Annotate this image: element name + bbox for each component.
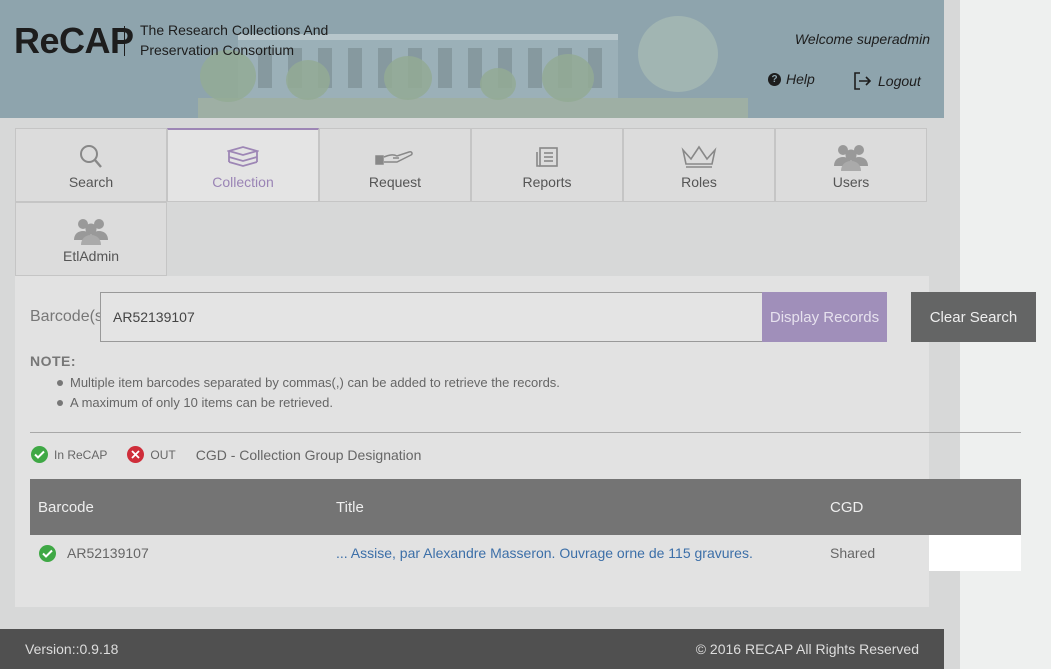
tab-collection[interactable]: Collection bbox=[167, 128, 319, 202]
welcome-text: Welcome superadmin bbox=[794, 31, 930, 47]
legend-in-recap: In ReCAP bbox=[31, 446, 107, 463]
tab-bar: Search Collection Request Reports Roles … bbox=[15, 128, 929, 276]
divider bbox=[30, 432, 1021, 433]
hand-icon bbox=[375, 143, 415, 171]
reports-icon bbox=[527, 143, 567, 171]
legend-cgd: CGD - Collection Group Designation bbox=[195, 446, 422, 463]
copyright-text: © 2016 RECAP All Rights Reserved bbox=[695, 641, 919, 657]
tab-label: EtlAdmin bbox=[62, 248, 120, 264]
tab-label: Users bbox=[832, 174, 870, 190]
question-icon: ? bbox=[768, 72, 781, 86]
tab-label: Roles bbox=[681, 174, 717, 190]
tab-label: Collection bbox=[212, 174, 274, 190]
tab-label: Search bbox=[68, 174, 114, 190]
crown-icon bbox=[679, 143, 719, 171]
tab-request[interactable]: Request bbox=[319, 128, 471, 202]
column-header-barcode[interactable]: Barcode bbox=[30, 499, 328, 516]
status-legend: In ReCAP OUT CGD - Collection Group Desi… bbox=[31, 446, 421, 463]
barcode-value: AR52139107 bbox=[67, 545, 149, 561]
tagline: The Research Collections And Preservatio… bbox=[140, 22, 329, 58]
users-icon bbox=[71, 217, 111, 245]
legend-out: OUT bbox=[127, 446, 176, 463]
page: ReCAP The Research Collections And Prese… bbox=[0, 0, 1036, 669]
check-icon bbox=[31, 446, 48, 463]
search-icon bbox=[71, 143, 111, 171]
tab-roles[interactable]: Roles bbox=[623, 128, 775, 202]
tab-label: Reports bbox=[522, 174, 572, 190]
barcode-input[interactable] bbox=[100, 292, 763, 342]
table-header: Barcode Title CGD bbox=[30, 479, 1021, 535]
help-link[interactable]: ? Help bbox=[768, 71, 815, 87]
help-label: Help bbox=[786, 71, 815, 87]
users-icon bbox=[831, 143, 871, 171]
version-text: Version::0.9.18 bbox=[25, 641, 119, 657]
display-records-button[interactable]: Display Records bbox=[762, 292, 887, 342]
x-circle-icon bbox=[127, 446, 145, 463]
footer: Version::0.9.18 © 2016 RECAP All Rights … bbox=[0, 629, 944, 669]
note-title: NOTE: bbox=[30, 353, 77, 369]
main-panel: Search Collection Request Reports Roles … bbox=[15, 128, 1036, 607]
logout-label: Logout bbox=[878, 73, 921, 89]
check-icon bbox=[39, 544, 56, 562]
column-header-title[interactable]: Title bbox=[328, 499, 822, 516]
logout-link[interactable]: Logout bbox=[852, 71, 921, 91]
note-list: Multiple item barcodes separated by comm… bbox=[57, 373, 560, 413]
header: ReCAP The Research Collections And Prese… bbox=[0, 0, 944, 118]
logo-divider bbox=[124, 26, 125, 56]
note-item: A maximum of only 10 items can be retrie… bbox=[57, 393, 560, 413]
note-item: Multiple item barcodes separated by comm… bbox=[57, 373, 560, 393]
legend-label: OUT bbox=[150, 447, 176, 462]
recap-logo[interactable]: ReCAP bbox=[14, 20, 134, 62]
legend-label: In ReCAP bbox=[54, 447, 108, 462]
logout-icon bbox=[854, 72, 872, 90]
table-row: AR52139107 ... Assise, par Alexandre Mas… bbox=[30, 535, 1021, 571]
tab-label: Request bbox=[368, 174, 422, 190]
barcode-label: Barcode(s) bbox=[30, 308, 109, 325]
title-link[interactable]: ... Assise, par Alexandre Masseron. Ouvr… bbox=[328, 545, 822, 561]
tab-users[interactable]: Users bbox=[775, 128, 927, 202]
column-header-cgd[interactable]: CGD bbox=[822, 499, 863, 516]
results-table: Barcode Title CGD AR52139107 ... Assise,… bbox=[30, 479, 1021, 571]
books-icon bbox=[223, 144, 263, 172]
cgd-value: Shared bbox=[830, 545, 876, 561]
tab-reports[interactable]: Reports bbox=[471, 128, 623, 202]
tab-search[interactable]: Search bbox=[15, 128, 167, 202]
barcode-cell: AR52139107 bbox=[30, 544, 328, 562]
clear-search-button[interactable]: Clear Search bbox=[911, 292, 1036, 342]
tab-etladmin[interactable]: EtlAdmin bbox=[15, 202, 167, 276]
